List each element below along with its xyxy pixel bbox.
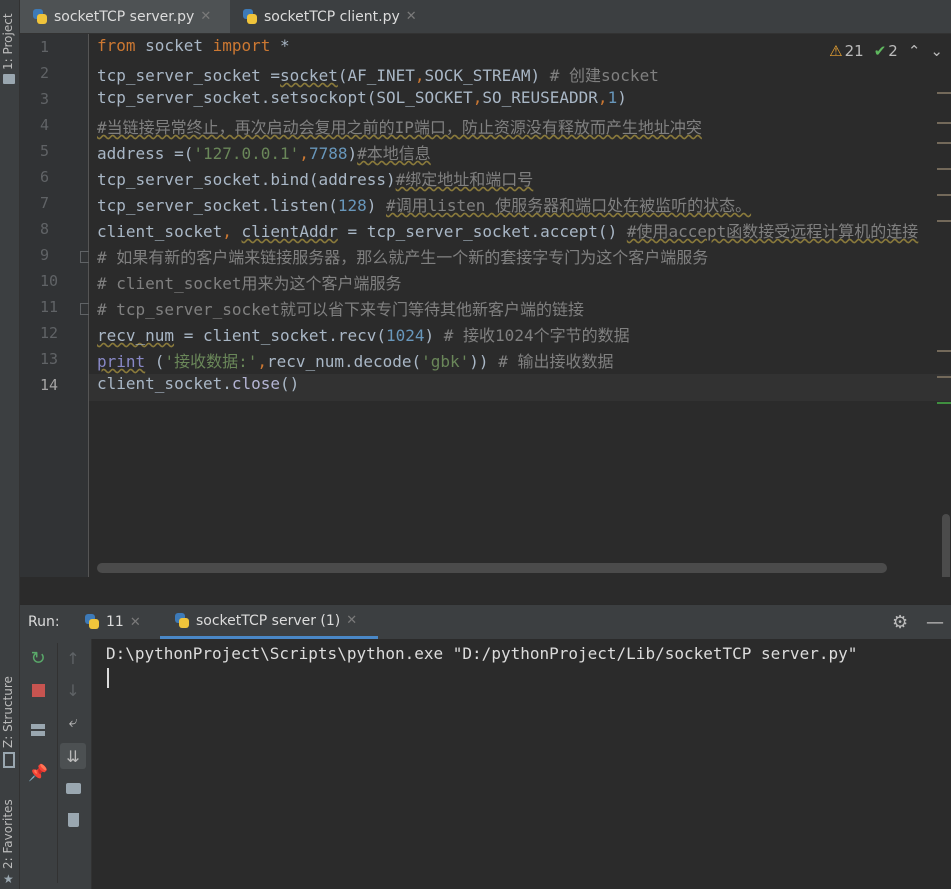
code-line: print ('接收数据:',recv_num.decode('gbk')) #… (97, 352, 614, 371)
run-toolbar: ↻ 📌 ↑ ↓ ⤶ ⇊ (20, 639, 92, 889)
warning-icon: ⚠ (829, 42, 843, 60)
line-number: 7 (40, 194, 50, 212)
chevron-down-icon[interactable]: ⌄ (930, 42, 943, 60)
error-stripe-mark[interactable] (937, 376, 951, 378)
stop-icon[interactable] (27, 679, 49, 701)
code-line: recv_num = client_socket.recv(1024) # 接收… (97, 326, 630, 345)
close-icon[interactable]: ✕ (130, 615, 141, 630)
run-tab-socketTCP-server[interactable]: socketTCP server (1) ✕ (160, 605, 378, 639)
code-editor[interactable]: from socket import * tcp_server_socket =… (89, 34, 951, 577)
line-number: 10 (40, 272, 59, 290)
code-line: tcp_server_socket.setsockopt(SOL_SOCKET,… (97, 88, 627, 107)
line-number: 3 (40, 90, 50, 108)
change-stripe-mark[interactable] (937, 402, 951, 404)
code-line: tcp_server_socket =socket(AF_INET,SOCK_S… (97, 66, 659, 85)
trash-icon[interactable] (62, 809, 84, 831)
toolbar-divider (57, 643, 58, 883)
structure-tool-button[interactable]: Z: Structure (1, 670, 18, 748)
layout-icon[interactable] (27, 719, 49, 741)
close-icon[interactable]: ✕ (346, 613, 357, 628)
structure-icon (3, 752, 15, 768)
python-file-icon (242, 8, 258, 25)
scroll-up-icon[interactable]: ↑ (62, 647, 84, 669)
error-stripe-mark[interactable] (937, 168, 951, 170)
tab-label: socketTCP client.py (264, 8, 400, 25)
line-number: 12 (40, 324, 59, 342)
code-line: address =('127.0.0.1',7788)#本地信息 (97, 144, 431, 163)
line-number: 8 (40, 220, 50, 238)
folder-icon (3, 74, 15, 84)
project-tool-button[interactable]: 1: Project (1, 4, 18, 70)
run-title: Run: (28, 614, 60, 630)
line-number: 6 (40, 168, 50, 186)
error-stripe-mark[interactable] (937, 92, 951, 94)
error-stripe-mark[interactable] (937, 220, 951, 222)
chevron-up-icon[interactable]: ⌃ (908, 42, 921, 60)
left-tool-strip: 1: Project Z: Structure ★ 2: Favorites (0, 0, 20, 889)
run-tab-11[interactable]: 11 ✕ (84, 605, 141, 639)
run-tab-label: 11 (106, 614, 124, 630)
error-stripe-mark[interactable] (937, 142, 951, 144)
run-console[interactable]: D:\pythonProject\Scripts\python.exe "D:/… (92, 639, 951, 889)
star-icon: ★ (3, 872, 14, 886)
code-line: # tcp_server_socket就可以省下来专门等待其他新客户端的链接 (97, 300, 585, 319)
code-line: #当链接异常终止，再次启动会复用之前的IP端口，防止资源没有释放而产生地址冲突 (97, 118, 702, 137)
code-line: from socket import * (97, 36, 290, 55)
pin-icon[interactable]: 📌 (27, 761, 49, 783)
error-stripe-mark[interactable] (937, 350, 951, 352)
code-line: tcp_server_socket.bind(address)#绑定地址和端口号 (97, 170, 534, 189)
editor-tab-bar: socketTCP server.py ✕ socketTCP client.p… (20, 0, 951, 34)
line-number: 1 (40, 38, 50, 56)
line-number: 5 (40, 142, 50, 160)
code-line: # client_socket用来为这个客户端服务 (97, 274, 402, 293)
scroll-to-end-icon[interactable]: ⇊ (60, 743, 86, 769)
tab-socketTCP-client[interactable]: socketTCP client.py ✕ (232, 0, 432, 33)
run-panel-header: Run: 11 ✕ socketTCP server (1) ✕ ⚙ — (20, 604, 951, 639)
vertical-scrollbar[interactable] (942, 514, 950, 577)
console-caret (107, 668, 109, 688)
python-run-icon (174, 612, 190, 629)
code-line: tcp_server_socket.listen(128) #调用listen … (97, 196, 752, 215)
console-command-line: D:\pythonProject\Scripts\python.exe "D:/… (106, 644, 858, 663)
soft-wrap-icon[interactable]: ⤶ (62, 711, 84, 733)
line-number: 11 (40, 298, 59, 316)
python-file-icon (32, 8, 48, 25)
code-line: client_socket.close() (97, 374, 300, 393)
horizontal-scrollbar[interactable] (97, 563, 887, 573)
scroll-down-icon[interactable]: ↓ (62, 679, 84, 701)
print-icon[interactable] (62, 777, 84, 799)
close-icon[interactable]: ✕ (406, 9, 417, 24)
favorites-tool-button[interactable]: 2: Favorites (1, 793, 18, 869)
line-number: 9 (40, 246, 50, 264)
warning-count: 21 (844, 42, 864, 60)
line-number: 4 (40, 116, 50, 134)
tab-label: socketTCP server.py (54, 8, 195, 25)
code-line: client_socket, clientAddr = tcp_server_s… (97, 222, 919, 241)
typo-check-icon: ✔ (873, 42, 887, 60)
python-run-icon (84, 614, 100, 630)
line-number-gutter: 1 2 3 4 5 6 7 8 9 10 11 12 13 14 (20, 34, 90, 577)
close-icon[interactable]: ✕ (200, 9, 211, 24)
error-stripe-mark[interactable] (937, 122, 951, 124)
line-number: 13 (40, 350, 59, 368)
rerun-icon[interactable]: ↻ (27, 647, 49, 669)
typo-count: 2 (888, 42, 898, 60)
error-stripe-mark[interactable] (937, 194, 951, 196)
line-number: 2 (40, 64, 50, 82)
run-tab-label: socketTCP server (1) (196, 612, 341, 629)
line-number-current: 14 (40, 376, 59, 394)
gear-icon[interactable]: ⚙ (892, 605, 908, 639)
minimize-icon[interactable]: — (926, 605, 944, 639)
code-line: # 如果有新的客户端来链接服务器，那么就产生一个新的套接字专门为这个客户端服务 (97, 248, 709, 267)
tab-socketTCP-server[interactable]: socketTCP server.py ✕ (20, 0, 230, 33)
inspection-widget[interactable]: ⚠ 21 ✔ 2 ⌃ ⌄ (829, 42, 943, 60)
